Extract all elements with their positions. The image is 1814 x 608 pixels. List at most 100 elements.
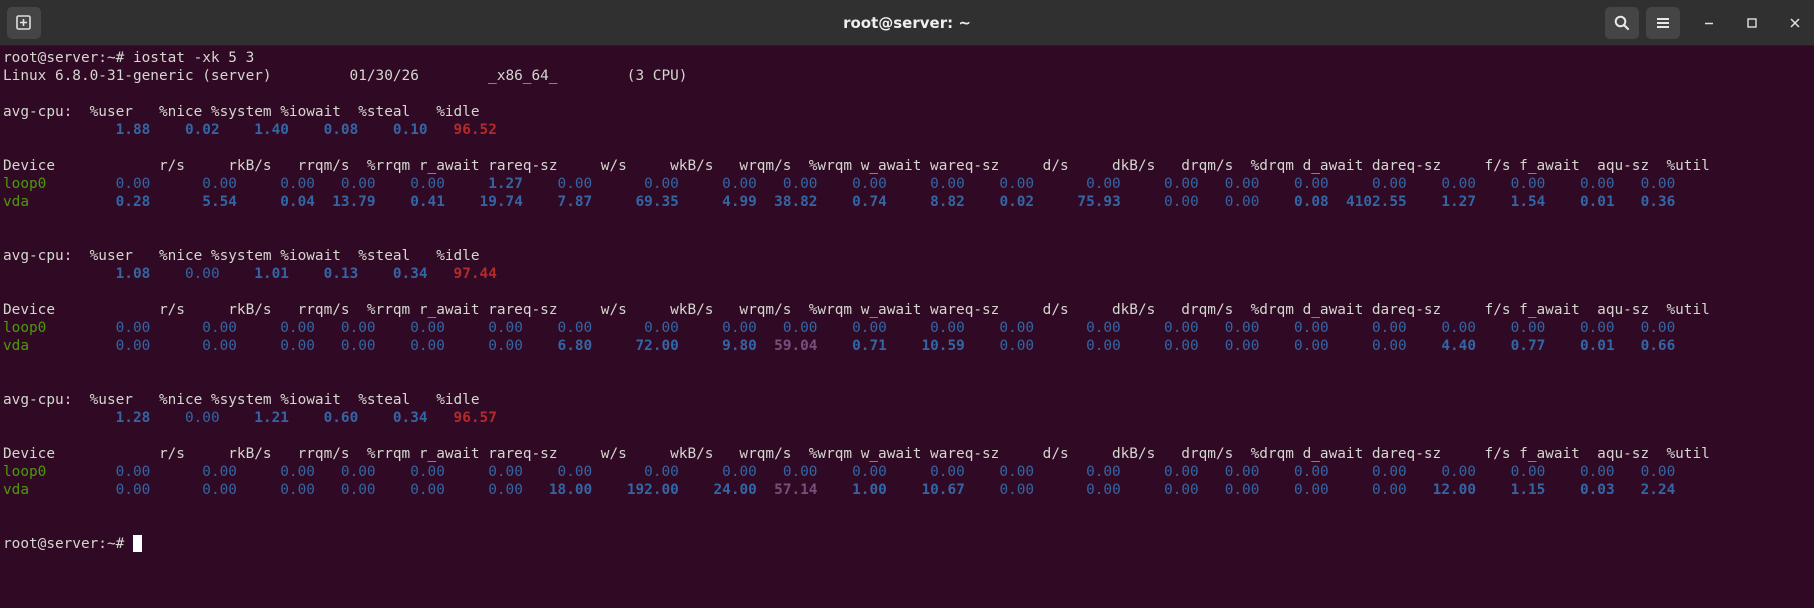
device-header-text: Device r/s rkB/s rrqm/s %rrqm r_await ra… — [3, 302, 1710, 318]
cpu-iowait-value: 0.13 — [323, 266, 359, 282]
device-wareq-sz-value: 0.00 — [930, 464, 965, 480]
device-r-s-value: 0.28 — [115, 194, 151, 210]
search-button[interactable] — [1605, 7, 1639, 39]
device-aqu-sz-value: 0.00 — [1579, 464, 1615, 480]
device-drqm-s-value: 0.00 — [1164, 338, 1199, 354]
device-drqm-s-value: 0.00 — [1164, 464, 1199, 480]
cpu-header-text: avg-cpu: %user %nice %system %iowait %st… — [3, 104, 480, 120]
device-name: loop0 — [3, 464, 47, 480]
device-util-value: 0.00 — [1640, 320, 1676, 336]
device-d-await-value: 0.08 — [1294, 194, 1329, 210]
device-wareq-sz-value: 0.00 — [930, 176, 965, 192]
device-dkB-s-value: 0.00 — [1086, 320, 1121, 336]
device-rareq-sz-value: 1.27 — [488, 176, 523, 192]
device-d-s-value: 0.00 — [999, 464, 1035, 480]
device-row: vda 0.00 0.00 0.00 0.00 0.00 0.00 18.00 … — [3, 481, 1710, 499]
command-line: root@server:~# iostat -xk 5 3 — [3, 49, 1710, 67]
text-cursor — [132, 535, 142, 552]
device-util-value: 0.66 — [1640, 338, 1676, 354]
device-aqu-sz-value: 0.01 — [1579, 194, 1615, 210]
device-header: Device r/s rkB/s rrqm/s %rrqm r_await ra… — [3, 445, 1710, 463]
cpu-system-value: 1.21 — [254, 410, 289, 426]
device-name: loop0 — [3, 176, 47, 192]
device-rareq-sz-value: 19.74 — [479, 194, 523, 210]
device-drqm-pct-value: 0.00 — [1224, 320, 1260, 336]
device-wkB-s-value: 0.00 — [644, 176, 679, 192]
device-r-await-value: 0.00 — [410, 338, 445, 354]
cpu-nice-value: 0.02 — [184, 122, 220, 138]
device-f-s-value: 12.00 — [1432, 482, 1476, 498]
device-drqm-s-value: 0.00 — [1164, 194, 1199, 210]
device-wareq-sz-value: 8.82 — [930, 194, 965, 210]
device-w-s-value: 18.00 — [548, 482, 593, 498]
cpu-iowait-value: 0.08 — [323, 122, 359, 138]
device-dkB-s-value: 0.00 — [1086, 482, 1121, 498]
device-rkB-s-value: 0.00 — [202, 176, 237, 192]
hamburger-menu-icon — [1657, 18, 1669, 28]
device-rrqm-s-value: 0.04 — [280, 194, 315, 210]
device-name: vda — [3, 194, 29, 210]
cpu-iowait-value: 0.60 — [323, 410, 359, 426]
cpu-steal-value: 0.10 — [392, 122, 428, 138]
device-f-await-value: 1.15 — [1510, 482, 1546, 498]
device-drqm-s-value: 0.00 — [1164, 176, 1199, 192]
cpu-nice-value: 0.00 — [184, 266, 220, 282]
device-rareq-sz-value: 0.00 — [488, 464, 523, 480]
device-wrqm-s-value: 0.00 — [722, 464, 757, 480]
cpu-header: avg-cpu: %user %nice %system %iowait %st… — [3, 103, 1710, 121]
device-dareq-sz-value: 4102.55 — [1346, 194, 1407, 210]
device-d-s-value: 0.02 — [999, 194, 1035, 210]
device-f-s-value: 0.00 — [1441, 176, 1476, 192]
device-d-await-value: 0.00 — [1294, 176, 1329, 192]
maximize-button[interactable] — [1740, 11, 1764, 35]
device-w-await-value: 0.74 — [852, 194, 887, 210]
device-aqu-sz-value: 0.00 — [1579, 320, 1615, 336]
device-util-value: 0.00 — [1640, 176, 1676, 192]
device-dkB-s-value: 0.00 — [1086, 338, 1121, 354]
device-wrqm-pct-value: 59.04 — [774, 338, 818, 354]
minimize-button[interactable] — [1697, 11, 1721, 35]
menu-button[interactable] — [1646, 7, 1680, 39]
device-r-s-value: 0.00 — [115, 464, 151, 480]
device-rrqm-pct-value: 0.00 — [340, 464, 376, 480]
device-drqm-pct-value: 0.00 — [1224, 176, 1260, 192]
cpu-user-value: 1.08 — [115, 266, 151, 282]
device-r-s-value: 0.00 — [115, 482, 151, 498]
device-rkB-s-value: 0.00 — [202, 464, 237, 480]
device-r-s-value: 0.00 — [115, 320, 151, 336]
device-d-s-value: 0.00 — [999, 338, 1035, 354]
device-w-s-value: 0.00 — [557, 176, 593, 192]
cpu-idle-value: 96.52 — [453, 122, 497, 138]
device-rkB-s-value: 0.00 — [202, 338, 237, 354]
device-wkB-s-value: 69.35 — [635, 194, 679, 210]
device-wrqm-s-value: 4.99 — [722, 194, 757, 210]
device-d-await-value: 0.00 — [1294, 482, 1329, 498]
device-util-value: 0.00 — [1640, 464, 1676, 480]
device-r-await-value: 0.41 — [410, 194, 445, 210]
device-w-s-value: 0.00 — [557, 464, 593, 480]
device-wrqm-pct-value: 0.00 — [782, 176, 818, 192]
device-d-await-value: 0.00 — [1294, 338, 1329, 354]
device-wareq-sz-value: 10.67 — [921, 482, 965, 498]
device-wkB-s-value: 72.00 — [635, 338, 679, 354]
device-header-text: Device r/s rkB/s rrqm/s %rrqm r_await ra… — [3, 446, 1710, 462]
close-button[interactable] — [1783, 11, 1807, 35]
device-dareq-sz-value: 0.00 — [1372, 338, 1407, 354]
device-drqm-s-value: 0.00 — [1164, 320, 1199, 336]
device-f-await-value: 0.77 — [1510, 338, 1546, 354]
cpu-idle-value: 97.44 — [453, 266, 497, 282]
device-row: loop0 0.00 0.00 0.00 0.00 0.00 0.00 0.00… — [3, 319, 1710, 337]
device-f-s-value: 4.40 — [1441, 338, 1476, 354]
device-f-s-value: 0.00 — [1441, 320, 1476, 336]
device-row: loop0 0.00 0.00 0.00 0.00 0.00 0.00 0.00… — [3, 463, 1710, 481]
terminal-window: root@server: ~ root@server:~# iostat -xk… — [0, 0, 1814, 608]
device-drqm-pct-value: 0.00 — [1224, 464, 1260, 480]
device-wareq-sz-value: 0.00 — [930, 320, 965, 336]
terminal-output[interactable]: root@server:~# iostat -xk 5 3 Linux 6.8.0… — [3, 49, 1710, 553]
